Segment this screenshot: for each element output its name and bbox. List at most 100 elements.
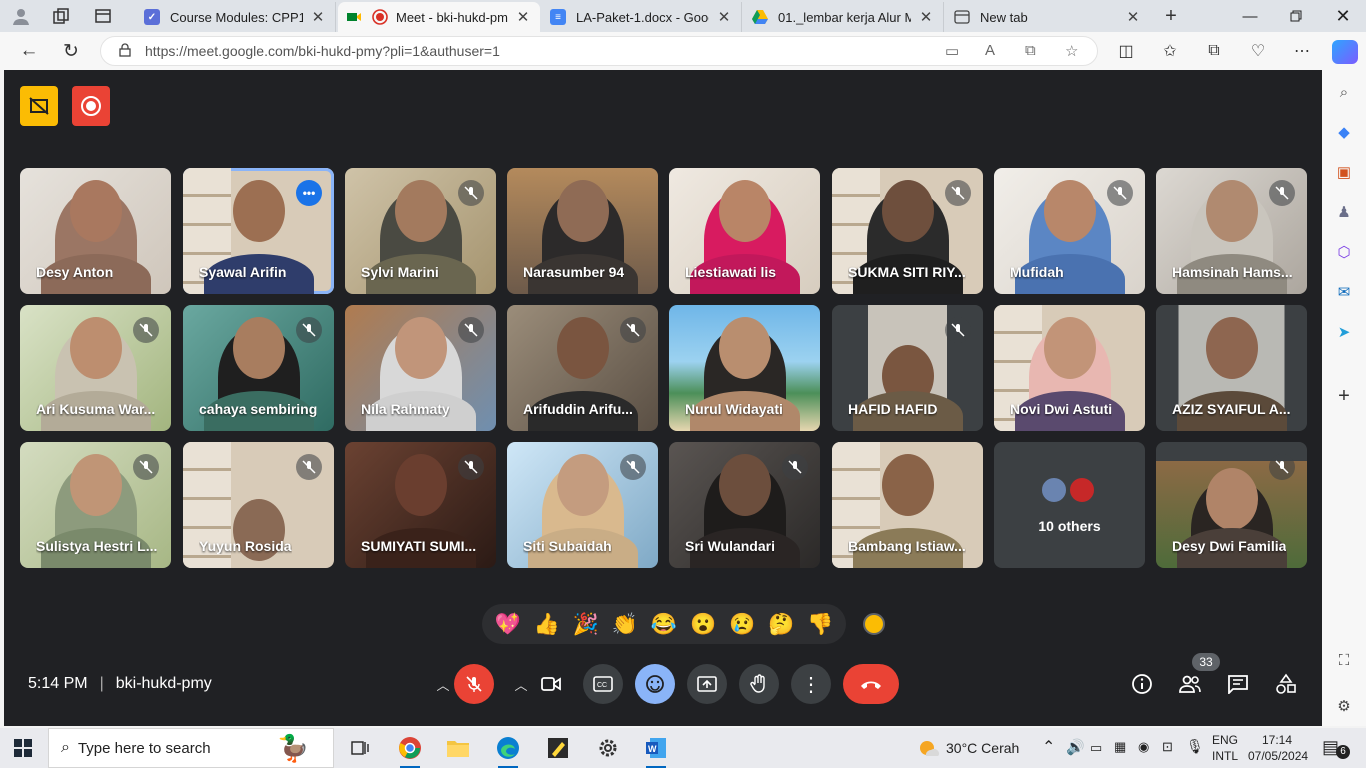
task-view-icon[interactable] (346, 734, 374, 762)
reaction-thumbs-down[interactable]: 👎 (807, 614, 833, 635)
camera-toggle-button[interactable] (532, 664, 570, 704)
windows-start-icon[interactable] (14, 739, 32, 757)
search-icon[interactable]: ⌕ (1334, 82, 1354, 102)
raise-hand-button[interactable] (739, 664, 779, 704)
tray-clock-date[interactable]: 07/05/2024 (1248, 749, 1308, 763)
captions-off-indicator-icon[interactable] (20, 86, 58, 126)
tab-close-icon[interactable]: ✕ (917, 8, 935, 26)
network-icon[interactable]: ▦ (1114, 739, 1126, 755)
tab-lembar-kerja[interactable]: 01._lembar kerja Alur Mer ✕ (744, 2, 944, 32)
skin-tone-selector[interactable] (863, 613, 885, 635)
input-lang-line2[interactable]: INTL (1212, 749, 1238, 763)
input-lang-line1[interactable]: ENG (1212, 733, 1238, 747)
reaction-sad[interactable]: 😢 (729, 614, 755, 635)
microsoft365-icon[interactable]: ⬡ (1334, 242, 1354, 262)
audio-options-chevron-up-icon[interactable]: ︿ (432, 664, 454, 704)
add-sidebar-plus-icon[interactable]: + (1334, 385, 1354, 407)
participant-tile[interactable]: Nila Rahmaty (345, 305, 496, 431)
location-tray-icon[interactable]: ⊡ (1162, 739, 1173, 755)
activities-button[interactable] (1272, 670, 1300, 698)
reaction-thumbs-up[interactable]: 👍 (534, 614, 560, 635)
participant-tile[interactable]: Nurul Widayati (669, 305, 820, 431)
reaction-clap[interactable]: 👏 (612, 614, 638, 635)
others-tile[interactable]: 10 others (994, 442, 1145, 568)
participant-tile[interactable]: Yuyun Rosida (183, 442, 334, 568)
tab-close-icon[interactable]: ✕ (514, 8, 532, 26)
participant-tile[interactable]: Hamsinah Hams... (1156, 168, 1307, 294)
camera-permission-icon[interactable]: ▭ (945, 42, 959, 60)
sidebar-settings-icon[interactable]: ⚙ (1334, 696, 1354, 716)
back-arrow-icon[interactable]: ← (14, 37, 44, 65)
participant-tile[interactable]: Narasumber 94 (507, 168, 658, 294)
reaction-laugh[interactable]: 😂 (651, 614, 677, 635)
captions-button[interactable]: CC (583, 664, 623, 704)
outlook-icon[interactable]: ✉ (1334, 282, 1354, 302)
microphone-tray-icon[interactable]: 🎙 (1186, 738, 1204, 755)
recording-icon[interactable] (72, 86, 110, 126)
chevron-up-icon[interactable]: ⌃ (1042, 737, 1055, 757)
leave-call-button[interactable] (843, 664, 899, 704)
tools-briefcase-icon[interactable]: ▣ (1334, 162, 1354, 182)
reload-icon[interactable]: ↻ (56, 37, 86, 65)
participant-tile[interactable]: ••• Syawal Arifin (183, 168, 334, 294)
participant-tile[interactable]: Arifuddin Arifu... (507, 305, 658, 431)
url-text[interactable]: https://meet.google.com/bki-hukd-pmy?pli… (145, 43, 500, 59)
window-close-icon[interactable]: ✕ (1320, 0, 1366, 32)
participant-tile[interactable]: Sulistya Hestri L... (20, 442, 171, 568)
participant-tile[interactable]: Ari Kusuma War... (20, 305, 171, 431)
participant-tile[interactable]: Desy Dwi Familia (1156, 442, 1307, 568)
participant-tile[interactable]: Sylvi Marini (345, 168, 496, 294)
battery-icon[interactable]: ▭ (1090, 740, 1102, 756)
reaction-surprised[interactable]: 😮 (690, 614, 716, 635)
profile-icon[interactable] (8, 4, 34, 28)
participant-tile[interactable]: SUMIYATI SUMI... (345, 442, 496, 568)
tab-close-icon[interactable]: ✕ (309, 8, 327, 26)
workspaces-icon[interactable] (48, 4, 74, 28)
mic-toggle-button[interactable] (454, 664, 494, 704)
people-button[interactable] (1176, 670, 1204, 698)
tab-close-icon[interactable]: ✕ (715, 8, 733, 26)
screenshot-icon[interactable]: ⛶ (1334, 650, 1354, 670)
participant-tile[interactable]: Desy Anton (20, 168, 171, 294)
weather-text[interactable]: 30°C Cerah (946, 740, 1019, 756)
tab-actions-icon[interactable] (90, 4, 116, 28)
present-screen-button[interactable] (687, 664, 727, 704)
chrome-app-icon[interactable] (396, 734, 424, 768)
new-tab-plus-icon[interactable]: + (1158, 4, 1184, 28)
settings-gear-icon[interactable] (594, 734, 622, 762)
restore-icon[interactable] (1273, 0, 1319, 32)
tab-close-icon[interactable]: ✕ (1124, 8, 1142, 26)
more-options-button[interactable]: ⋮ (791, 664, 831, 704)
reaction-thinking[interactable]: 🤔 (768, 614, 794, 635)
tray-clock-time[interactable]: 17:14 (1262, 733, 1292, 747)
tab-course-modules[interactable]: ✓ Course Modules: CPP11.G ✕ (136, 2, 336, 32)
participant-tile[interactable]: AZIZ SYAIFUL A... (1156, 305, 1307, 431)
address-bar[interactable]: https://meet.google.com/bki-hukd-pmy?pli… (100, 36, 1098, 66)
more-options-icon[interactable]: ••• (296, 180, 322, 206)
favorite-star-icon[interactable]: ☆ (1065, 42, 1078, 60)
participant-tile[interactable]: HAFID HAFID (832, 305, 983, 431)
participant-tile[interactable]: Sri Wulandari (669, 442, 820, 568)
camera-tray-icon[interactable]: ◉ (1138, 739, 1149, 755)
participant-tile[interactable]: Mufidah (994, 168, 1145, 294)
tab-meet[interactable]: Meet - bki-hukd-pmy ✕ (338, 2, 540, 32)
video-options-chevron-up-icon[interactable]: ︿ (510, 664, 532, 704)
speaker-icon[interactable]: 🔊 (1066, 738, 1085, 756)
read-aloud-icon[interactable]: A (985, 42, 995, 59)
collections-icon[interactable]: ⧉ (1202, 40, 1226, 62)
participant-tile[interactable]: Siti Subaidah (507, 442, 658, 568)
edge-app-icon[interactable] (494, 734, 522, 768)
telegram-icon[interactable]: ➤ (1334, 322, 1354, 342)
tab-new-tab[interactable]: New tab ✕ (946, 2, 1150, 32)
word-app-icon[interactable]: W (642, 734, 670, 768)
file-explorer-icon[interactable] (444, 734, 472, 762)
participant-tile[interactable]: Liestiawati lis (669, 168, 820, 294)
chat-button[interactable] (1224, 670, 1252, 698)
weather-sun-icon[interactable] (914, 734, 942, 762)
shopping-tag-icon[interactable]: ◆ (1334, 122, 1354, 142)
tab-la-paket[interactable]: ≡ LA-Paket-1.docx - Google ✕ (542, 2, 742, 32)
participant-tile[interactable]: cahaya sembiring (183, 305, 334, 431)
reaction-heart[interactable]: 💖 (494, 614, 520, 635)
meeting-details-button[interactable] (1128, 670, 1156, 698)
reaction-party[interactable]: 🎉 (573, 614, 599, 635)
